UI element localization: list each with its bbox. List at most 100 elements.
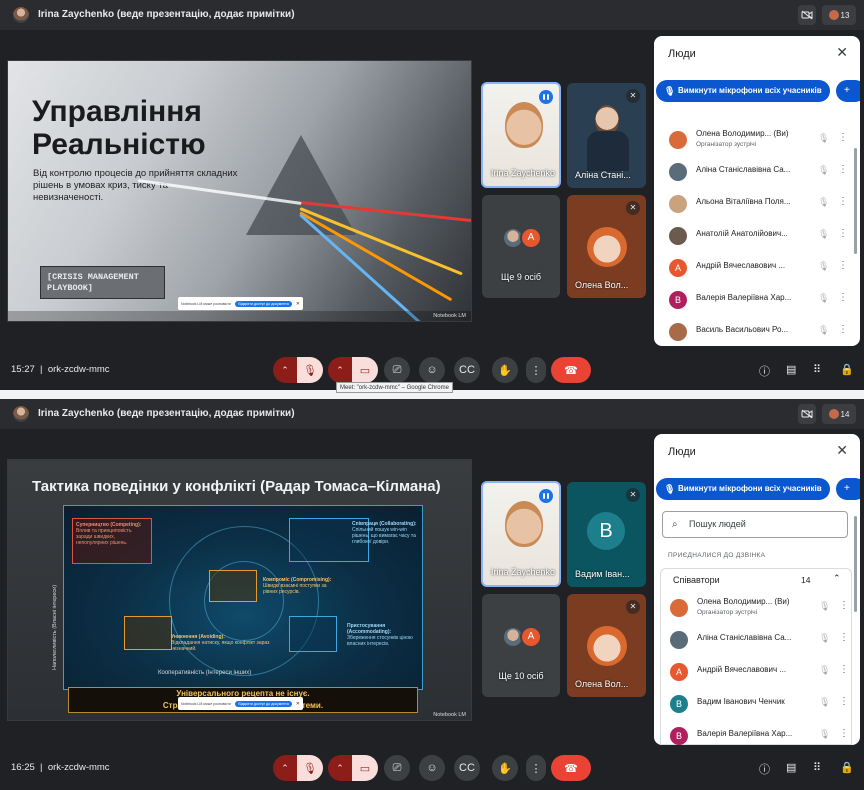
- add-people-icon[interactable]: +: [836, 478, 860, 500]
- scrollbar[interactable]: [854, 516, 857, 612]
- apps-icon[interactable]: ⠿: [813, 761, 821, 774]
- mic-off-icon[interactable]: 🎙: [818, 165, 829, 176]
- participant-row[interactable]: Олена Володимир... (Ви) Організатор зустр…: [661, 592, 851, 624]
- raise-hand-icon[interactable]: ✋: [492, 755, 518, 781]
- info-icon[interactable]: ⓘ: [759, 761, 770, 777]
- more-vert-icon[interactable]: ⋮: [838, 132, 848, 143]
- raise-hand-icon[interactable]: ✋: [492, 357, 518, 383]
- participant-row[interactable]: Аліна Станіславівна Са... 🎙 ⋮: [661, 624, 851, 656]
- mic-off-icon[interactable]: 🎙: [819, 665, 830, 676]
- mic-off-icon[interactable]: 🎙: [818, 133, 829, 144]
- more-vert-icon[interactable]: ⋮: [839, 728, 849, 739]
- banner-open-button[interactable]: Відкрити доступ до документа: [235, 700, 292, 707]
- present-icon[interactable]: ⎚: [384, 357, 410, 383]
- host-controls-icon[interactable]: 🔒: [840, 363, 854, 376]
- scrollbar[interactable]: [854, 148, 857, 254]
- chat-icon[interactable]: ▤: [786, 761, 796, 774]
- mic-off-icon[interactable]: 🎙: [818, 261, 829, 272]
- host-controls-icon[interactable]: 🔒: [840, 761, 854, 774]
- participant-row[interactable]: В Вадим Іванович Ченчик 🎙 ⋮: [661, 688, 851, 720]
- mic-off-icon[interactable]: 🎙: [819, 601, 830, 612]
- camera-off-icon[interactable]: [798, 5, 816, 25]
- chevron-up-icon[interactable]: ⌃: [328, 357, 352, 383]
- mic-control[interactable]: ⌃ 🎙: [273, 755, 323, 781]
- emoji-icon[interactable]: ☺: [419, 357, 445, 383]
- video-tile-self[interactable]: ✕ Олена Вол...: [567, 195, 646, 298]
- more-vert-icon[interactable]: ⋮: [838, 324, 848, 335]
- tile-name: Ще 9 осіб: [500, 272, 542, 282]
- banner-open-button[interactable]: Відкрити доступ до документа: [235, 300, 292, 307]
- mic-control[interactable]: ⌃ 🎙: [273, 357, 323, 383]
- participant-row[interactable]: В Валерія Валеріївна Хар... 🎙 ⋮: [661, 720, 851, 745]
- end-call-icon[interactable]: ☎: [551, 357, 591, 383]
- captions-icon[interactable]: CC: [454, 357, 480, 383]
- chevron-up-icon[interactable]: ⌃: [833, 573, 841, 584]
- more-vert-icon[interactable]: ⋮: [838, 260, 848, 271]
- mute-all-button[interactable]: 🎙 Вимкнути мікрофони всіх учасників: [656, 478, 830, 500]
- video-tile-presenter[interactable]: Irina Zaychenko: [481, 82, 561, 188]
- present-icon[interactable]: ⎚: [384, 755, 410, 781]
- group-header[interactable]: Співавтори 14 ⌃: [660, 568, 852, 592]
- banner-close-icon[interactable]: ✕: [296, 701, 300, 707]
- participants-button[interactable]: 13: [822, 5, 856, 25]
- add-people-icon[interactable]: +: [836, 80, 860, 102]
- more-vert-icon[interactable]: ⋮: [526, 357, 546, 383]
- chevron-up-icon[interactable]: ⌃: [273, 755, 297, 781]
- video-tile-participant[interactable]: ✕ Аліна Стані...: [567, 83, 646, 188]
- chevron-up-icon[interactable]: ⌃: [328, 755, 352, 781]
- video-tile-participant[interactable]: В ✕ Вадим Іван...: [567, 482, 646, 587]
- mic-off-icon[interactable]: 🎙: [818, 325, 829, 336]
- chat-icon[interactable]: ▤: [786, 363, 796, 376]
- more-vert-icon[interactable]: ⋮: [838, 228, 848, 239]
- participant-row[interactable]: А Андрій Вячеславович ... 🎙 ⋮: [661, 656, 851, 688]
- info-icon[interactable]: ⓘ: [759, 363, 770, 379]
- more-vert-icon[interactable]: ⋮: [838, 164, 848, 175]
- end-call-icon[interactable]: ☎: [551, 755, 591, 781]
- mute-all-button[interactable]: 🎙 Вимкнути мікрофони всіх учасників: [656, 80, 830, 102]
- more-vert-icon[interactable]: ⋮: [839, 600, 849, 611]
- mic-off-icon[interactable]: 🎙: [819, 729, 830, 740]
- more-vert-icon[interactable]: ⋮: [839, 632, 849, 643]
- participant-row[interactable]: В Валерія Валеріївна Хар... 🎙 ⋮: [660, 284, 852, 316]
- camera-control[interactable]: ⌃ ▭: [328, 755, 378, 781]
- mic-off-icon[interactable]: 🎙: [297, 755, 323, 781]
- participant-role: Організатор зустрічі: [696, 141, 757, 148]
- more-vert-icon[interactable]: ⋮: [526, 755, 546, 781]
- camera-control[interactable]: ⌃ ▭: [328, 357, 378, 383]
- quadrant-accommodating: Пристосування (Accommodating): Збереженн…: [347, 623, 413, 647]
- more-vert-icon[interactable]: ⋮: [838, 196, 848, 207]
- more-vert-icon[interactable]: ⋮: [838, 292, 848, 303]
- mic-off-icon[interactable]: 🎙: [818, 197, 829, 208]
- chevron-up-icon[interactable]: ⌃: [273, 357, 297, 383]
- video-tile-self[interactable]: ✕ Олена Вол...: [567, 594, 646, 697]
- participant-row[interactable]: Альона Віталіївна Поля... 🎙 ⋮: [660, 188, 852, 220]
- participant-row[interactable]: Анатолій Анатолійович... 🎙 ⋮: [660, 220, 852, 252]
- mic-off-icon[interactable]: 🎙: [819, 633, 830, 644]
- close-icon[interactable]: ✕: [836, 442, 848, 459]
- search-input[interactable]: ⌕ Пошук людей: [662, 511, 848, 538]
- participant-row[interactable]: А Андрій Вячеславович ... 🎙 ⋮: [660, 252, 852, 284]
- more-vert-icon[interactable]: ⋮: [839, 696, 849, 707]
- close-icon[interactable]: ✕: [836, 44, 848, 61]
- participant-row[interactable]: Олена Володимир... (Ви) Організатор зустр…: [660, 124, 852, 156]
- more-participants-tile[interactable]: А Ще 9 осіб: [482, 195, 560, 298]
- more-participants-tile[interactable]: А Ще 10 осіб: [482, 594, 560, 697]
- banner-close-icon[interactable]: ✕: [296, 301, 300, 307]
- video-tile-presenter[interactable]: Irina Zaychenko: [481, 481, 561, 587]
- participant-avatar: В: [669, 291, 687, 309]
- participant-row[interactable]: Василь Васильович Ро... 🎙 ⋮: [660, 316, 852, 346]
- camera-off-icon[interactable]: ▭: [352, 357, 378, 383]
- participants-button[interactable]: 14: [822, 404, 856, 424]
- mic-off-icon[interactable]: 🎙: [818, 293, 829, 304]
- camera-off-icon[interactable]: [798, 404, 816, 424]
- emoji-icon[interactable]: ☺: [419, 755, 445, 781]
- apps-icon[interactable]: ⠿: [813, 363, 821, 376]
- speaking-icon: [539, 90, 553, 104]
- participant-row[interactable]: Аліна Станіславівна Са... 🎙 ⋮: [660, 156, 852, 188]
- camera-off-icon[interactable]: ▭: [352, 755, 378, 781]
- mic-off-icon[interactable]: 🎙: [297, 357, 323, 383]
- mic-off-icon[interactable]: 🎙: [819, 697, 830, 708]
- captions-icon[interactable]: CC: [454, 755, 480, 781]
- more-vert-icon[interactable]: ⋮: [839, 664, 849, 675]
- mic-off-icon[interactable]: 🎙: [818, 229, 829, 240]
